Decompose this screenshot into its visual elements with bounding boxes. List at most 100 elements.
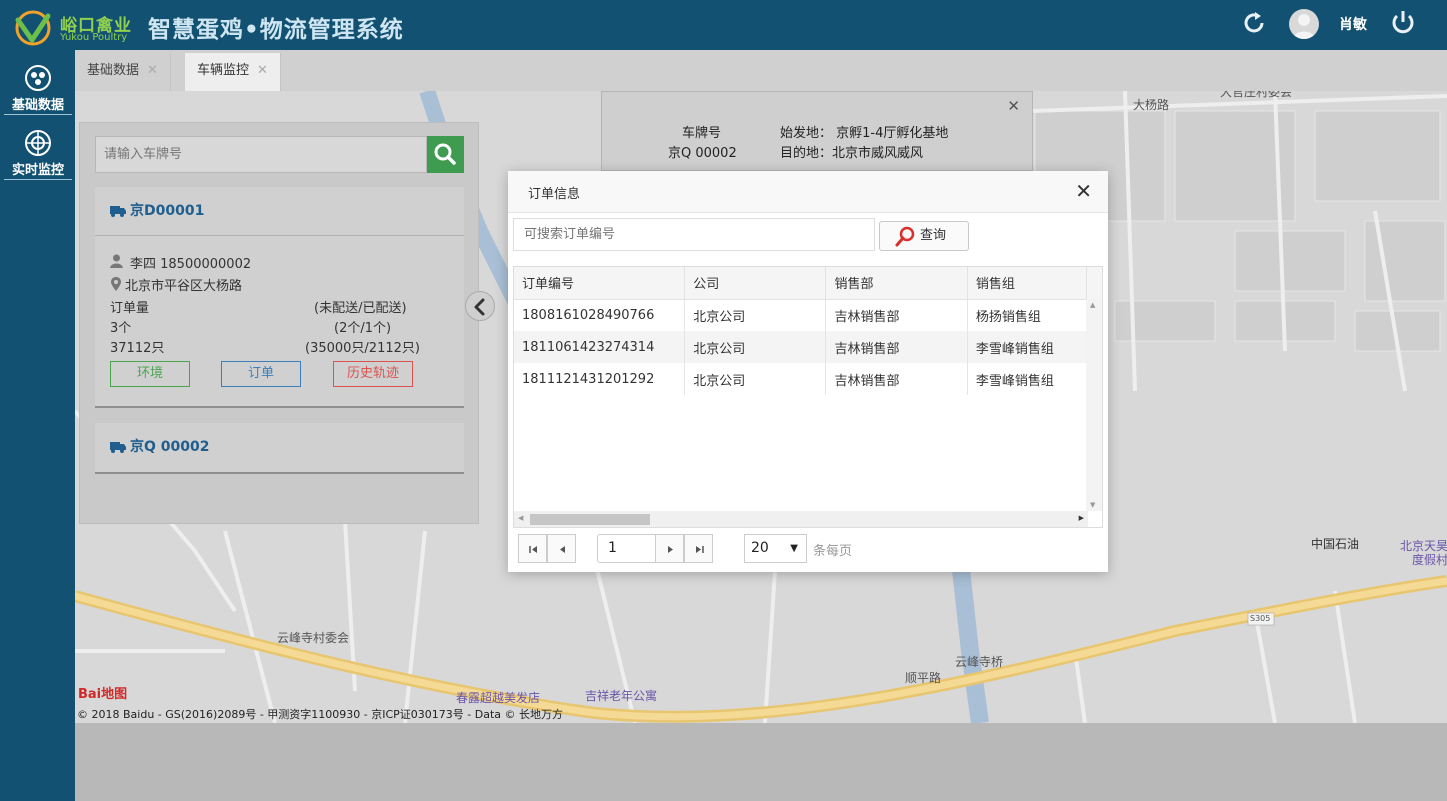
column-header[interactable]: 订单编号	[514, 267, 686, 300]
collapse-panel-button[interactable]	[465, 291, 495, 321]
table-header-row: 订单编号 公司 销售部 销售组	[514, 267, 1102, 300]
power-icon[interactable]	[1389, 8, 1417, 36]
column-header[interactable]: 销售部	[825, 267, 968, 300]
map-label-road: 大杨路	[1133, 98, 1170, 112]
map-label-highway: S305	[1250, 614, 1271, 623]
vehicle-search-field[interactable]	[95, 136, 427, 173]
order-label: 订单量	[110, 301, 150, 316]
sidebar-item-basic-data[interactable]: 基础数据	[4, 56, 72, 118]
sales-dept-cell: 吉林销售部	[825, 331, 968, 363]
page-size-value: 20	[751, 540, 769, 556]
map-footer-area	[75, 723, 1447, 801]
vehicle-info-window: ✕ 车牌号 京Q 00002 始发地： 京孵1-4厅孵化基地 目的地：北京市威风…	[601, 91, 1033, 171]
page-size-select[interactable]: 20 ▼	[744, 534, 807, 563]
pagination: 1 20 ▼ 条每页	[513, 528, 1103, 568]
sales-dept-cell: 吉林销售部	[825, 363, 968, 395]
search-icon	[434, 143, 456, 165]
column-header[interactable]: 公司	[684, 267, 827, 300]
table-row[interactable]: 1808161028490766 北京公司 吉林销售部 杨扬销售组	[514, 299, 1102, 331]
map-copyright: © 2018 Baidu - GS(2016)2089号 - 甲测资字11009…	[77, 708, 564, 721]
close-icon[interactable]: ✕	[1075, 181, 1092, 201]
vehicle-card: 京Q 00002	[95, 423, 464, 474]
sales-group-cell: 李雪峰销售组	[967, 363, 1087, 395]
order-id-cell: 1811121431201292	[514, 363, 686, 395]
map-label-poi: 吉祥老年公寓	[585, 689, 658, 703]
scroll-up-icon[interactable]: ▲	[1090, 301, 1095, 309]
location-pin-icon	[111, 277, 121, 291]
tab-vehicle-monitor[interactable]: 车辆监控 ✕	[185, 53, 281, 91]
destination: 目的地：北京市威风威风	[780, 146, 924, 161]
map-label-village: 云峰寺村委会	[277, 631, 350, 645]
user-icon	[1293, 14, 1315, 39]
prev-page-icon	[560, 546, 565, 553]
first-page-button[interactable]	[518, 534, 547, 563]
environment-button[interactable]: 环境	[110, 361, 190, 387]
horizontal-scrollbar[interactable]: ◀ ▶	[514, 511, 1088, 527]
app-logo: 峪口禽业 Yukou Poultry	[12, 8, 142, 46]
order-split: (2个/1个)	[334, 321, 392, 336]
sales-group-cell: 杨扬销售组	[967, 299, 1087, 331]
next-page-button[interactable]	[655, 534, 684, 563]
table-row[interactable]: 1811061423274314 北京公司 吉林销售部 李雪峰销售组	[514, 331, 1102, 363]
logo-icon	[15, 10, 51, 46]
origin: 始发地： 京孵1-4厅孵化基地	[780, 126, 949, 141]
last-page-button[interactable]	[684, 534, 713, 563]
order-info-dialog: 订单信息 ✕ 查询 订单编号 公司 销售部 销售组 1808	[508, 171, 1108, 572]
scroll-right-icon[interactable]: ▶	[1079, 514, 1084, 522]
refresh-icon[interactable]	[1240, 9, 1268, 37]
close-icon[interactable]: ✕	[257, 63, 268, 78]
company-cell: 北京公司	[684, 363, 827, 395]
page-number-input[interactable]: 1	[597, 534, 660, 563]
person-icon	[110, 254, 123, 268]
sales-dept-cell: 吉林销售部	[825, 299, 968, 331]
last-page-icon	[696, 546, 704, 553]
vehicle-search-input[interactable]	[96, 137, 426, 172]
user-name[interactable]: 肖敏	[1339, 14, 1367, 34]
query-button[interactable]: 查询	[879, 221, 969, 251]
table-row[interactable]: 1811121431201292 北京公司 吉林销售部 李雪峰销售组	[514, 363, 1102, 395]
order-id-cell: 1808161028490766	[514, 299, 686, 331]
order-count: 3个	[110, 321, 132, 336]
map-label-poi: 中国石油	[1311, 537, 1360, 551]
history-track-button[interactable]: 历史轨迹	[333, 361, 413, 387]
plate-label: 车牌号	[682, 126, 722, 141]
truck-icon	[110, 442, 126, 453]
logo-subtext: Yukou Poultry	[60, 32, 128, 43]
sidebar-item-realtime-monitor[interactable]: 实时监控	[4, 121, 72, 183]
hexagon-nodes-icon	[25, 65, 51, 91]
close-icon[interactable]: ✕	[147, 63, 158, 78]
orders-button[interactable]: 订单	[221, 361, 301, 387]
order-search-input[interactable]	[514, 219, 874, 250]
scroll-down-icon[interactable]: ▼	[1090, 501, 1095, 509]
order-search-field[interactable]	[513, 218, 875, 251]
search-button[interactable]	[427, 136, 464, 173]
tab-basic-data[interactable]: 基础数据 ✕	[75, 53, 171, 91]
quantity-split: (35000只/2112只)	[305, 341, 420, 356]
order-status-label: (未配送/已配送)	[314, 301, 407, 316]
top-header: 峪口禽业 Yukou Poultry 智慧蛋鸡•物流管理系统 肖敏	[0, 0, 1447, 50]
orders-table: 订单编号 公司 销售部 销售组 1808161028490766 北京公司 吉林…	[513, 266, 1103, 528]
scroll-left-icon[interactable]: ◀	[518, 514, 523, 522]
order-id-cell: 1811061423274314	[514, 331, 686, 363]
vehicle-plate: 京Q 00002	[130, 439, 210, 455]
prev-page-button[interactable]	[547, 534, 576, 563]
chevron-left-icon	[474, 298, 485, 316]
next-page-icon	[668, 546, 673, 553]
vehicle-card-header[interactable]: 京D00001	[95, 187, 464, 236]
column-header[interactable]: 销售组	[967, 267, 1087, 300]
avatar[interactable]	[1289, 9, 1319, 39]
close-icon[interactable]: ✕	[1007, 97, 1020, 115]
vertical-scrollbar[interactable]: ▲ ▼	[1086, 299, 1102, 511]
vehicle-card-header[interactable]: 京Q 00002	[95, 423, 464, 472]
vehicle-card: 京D00001 李四 18500000002 北京市平谷区大杨路 订单量 (未配…	[95, 187, 464, 408]
sidebar: 基础数据 实时监控	[0, 50, 75, 801]
quantity: 37112只	[110, 341, 165, 356]
driver-info: 李四 18500000002	[130, 257, 252, 272]
app-title: 智慧蛋鸡•物流管理系统	[148, 17, 404, 43]
map-label-poi: 度假村	[1412, 553, 1447, 567]
baidu-logo[interactable]: Bai地图	[78, 683, 127, 702]
map-label-bridge: 云峰寺桥	[955, 655, 1004, 669]
tab-strip: 基础数据 ✕ 车辆监控 ✕	[75, 50, 1447, 91]
scroll-thumb[interactable]	[530, 514, 650, 525]
vehicle-panel: 京D00001 李四 18500000002 北京市平谷区大杨路 订单量 (未配…	[79, 122, 479, 524]
